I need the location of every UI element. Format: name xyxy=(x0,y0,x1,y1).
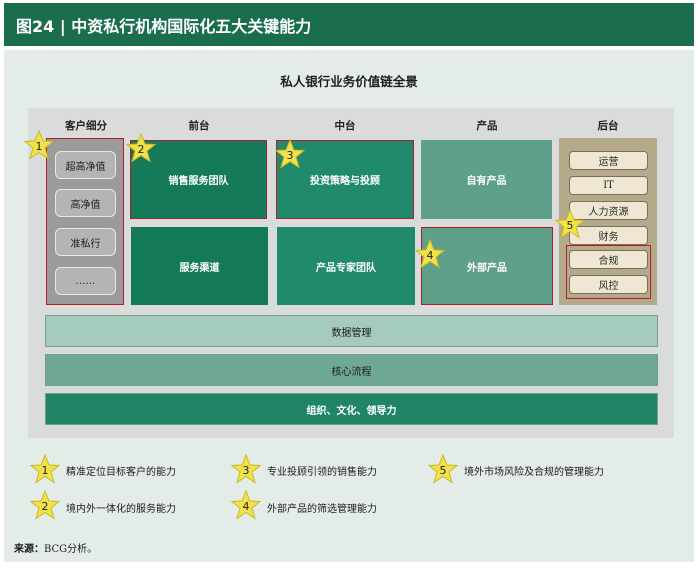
legend-star-5: 5 xyxy=(428,454,458,484)
source-text: BCG分析。 xyxy=(44,544,98,555)
bar-data-management: 数据管理 xyxy=(45,315,658,347)
figure-title: 图24 | 中资私行机构国际化五大关键能力 xyxy=(16,16,312,36)
star-marker-2: 2 xyxy=(126,133,156,163)
segment-item: …… xyxy=(55,267,116,295)
legend-text-5: 境外市场风险及合规的管理能力 xyxy=(464,467,604,478)
back-item-it: IT xyxy=(569,176,648,195)
middle-specialist-box: 产品专家团队 xyxy=(277,227,415,305)
column-head-segment: 客户细分 xyxy=(65,120,107,132)
legend-star-4: 4 xyxy=(231,490,261,520)
column-head-front: 前台 xyxy=(188,120,210,132)
column-head-middle: 中台 xyxy=(334,120,356,132)
segment-item: 超高净值 xyxy=(55,151,116,179)
source-note: 来源：BCG分析。 xyxy=(14,540,97,555)
figure-header: 图24 | 中资私行机构国际化五大关键能力 xyxy=(4,3,694,46)
star-marker-5: 5 xyxy=(555,209,585,239)
legend-text-3: 专业投顾引领的销售能力 xyxy=(267,467,377,478)
column-head-back: 后台 xyxy=(597,120,619,132)
bar-organization-culture: 组织、文化、领导力 xyxy=(45,393,658,425)
back-item-compliance: 合规 xyxy=(569,250,648,269)
product-own-box: 自有产品 xyxy=(421,140,552,219)
segment-item: 准私行 xyxy=(55,228,116,256)
back-item-ops: 运营 xyxy=(569,151,648,170)
star-marker-3: 3 xyxy=(275,139,305,169)
column-head-product: 产品 xyxy=(476,120,498,132)
star-marker-4: 4 xyxy=(415,239,445,269)
star-marker-1: 1 xyxy=(24,130,54,160)
front-channels-box: 服务渠道 xyxy=(131,227,268,305)
diagram-title: 私人银行业务价值链全景 xyxy=(280,74,418,89)
legend-star-1: 1 xyxy=(30,454,60,484)
legend-text-4: 外部产品的筛选管理能力 xyxy=(267,504,377,515)
legend-star-2: 2 xyxy=(30,490,60,520)
legend-text-1: 精准定位目标客户的能力 xyxy=(66,467,176,478)
bar-core-process: 核心流程 xyxy=(45,354,658,386)
back-item-risk: 风控 xyxy=(569,275,648,294)
source-label: 来源： xyxy=(14,544,44,555)
legend-star-3: 3 xyxy=(231,454,261,484)
legend-text-2: 境内外一体化的服务能力 xyxy=(66,504,176,515)
segment-item: 高净值 xyxy=(55,189,116,217)
